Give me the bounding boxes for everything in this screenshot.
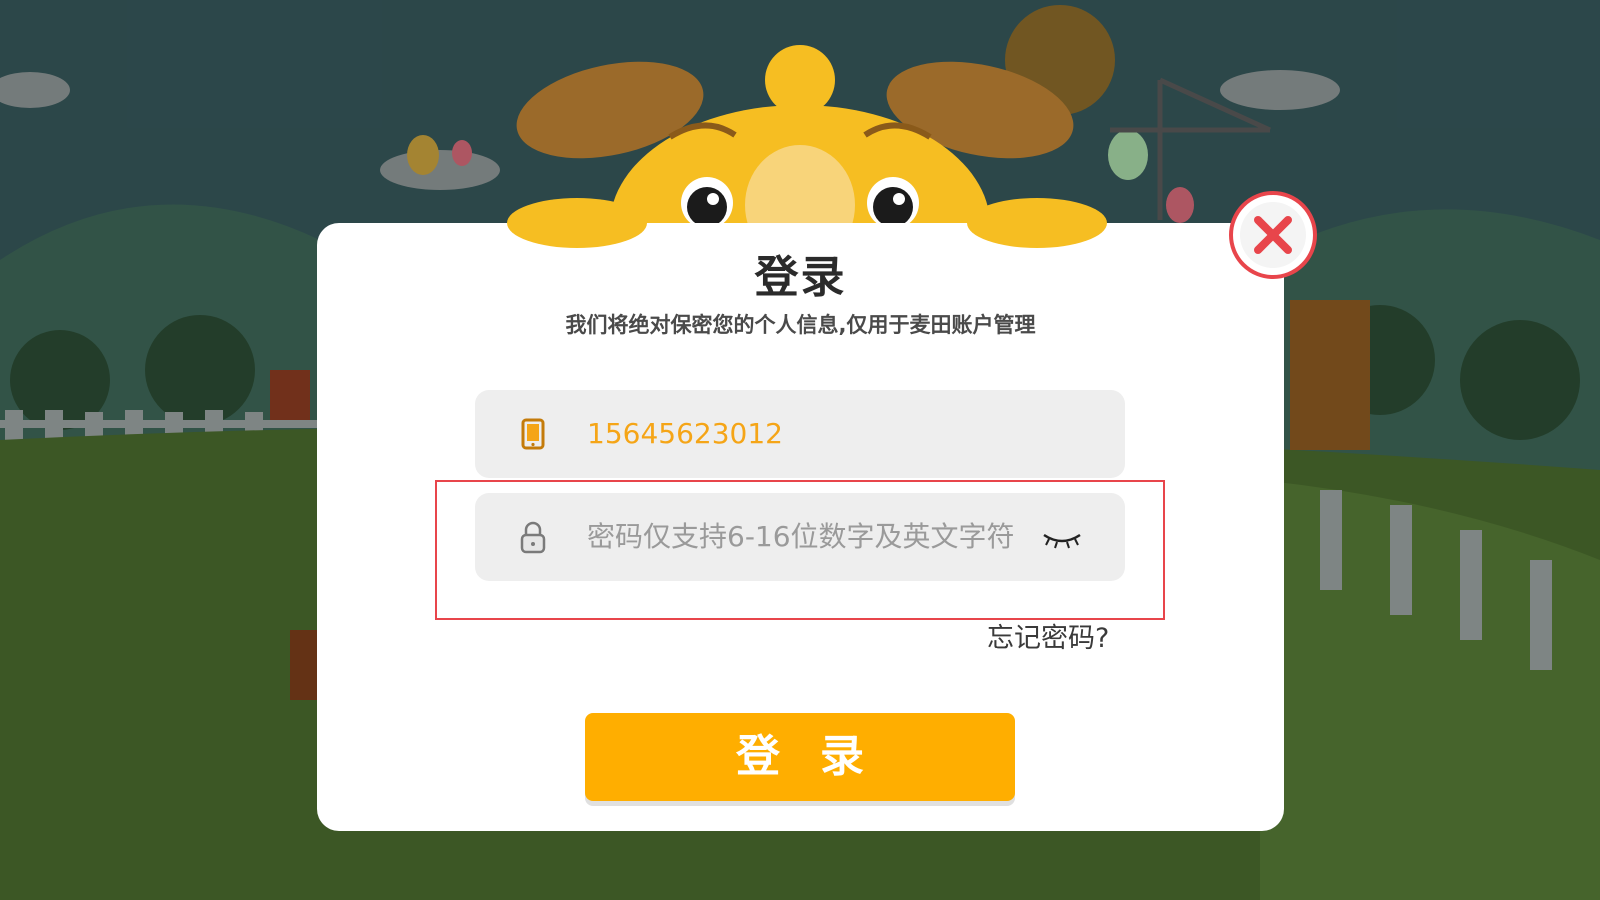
privacy-notice: 我们将绝对保密您的个人信息,仅用于麦田账户管理 (565, 313, 1036, 337)
phone-input[interactable]: 15645623012 (475, 390, 1125, 478)
phone-value[interactable]: 15645623012 (587, 390, 783, 478)
close-icon[interactable] (1228, 190, 1318, 280)
login-button[interactable]: 登录 (585, 713, 1015, 801)
password-field-highlight (435, 480, 1165, 620)
phone-icon (521, 418, 545, 450)
forgot-password-link[interactable]: 忘记密码? (987, 616, 1109, 655)
dialog-title: 登录 (754, 252, 847, 303)
